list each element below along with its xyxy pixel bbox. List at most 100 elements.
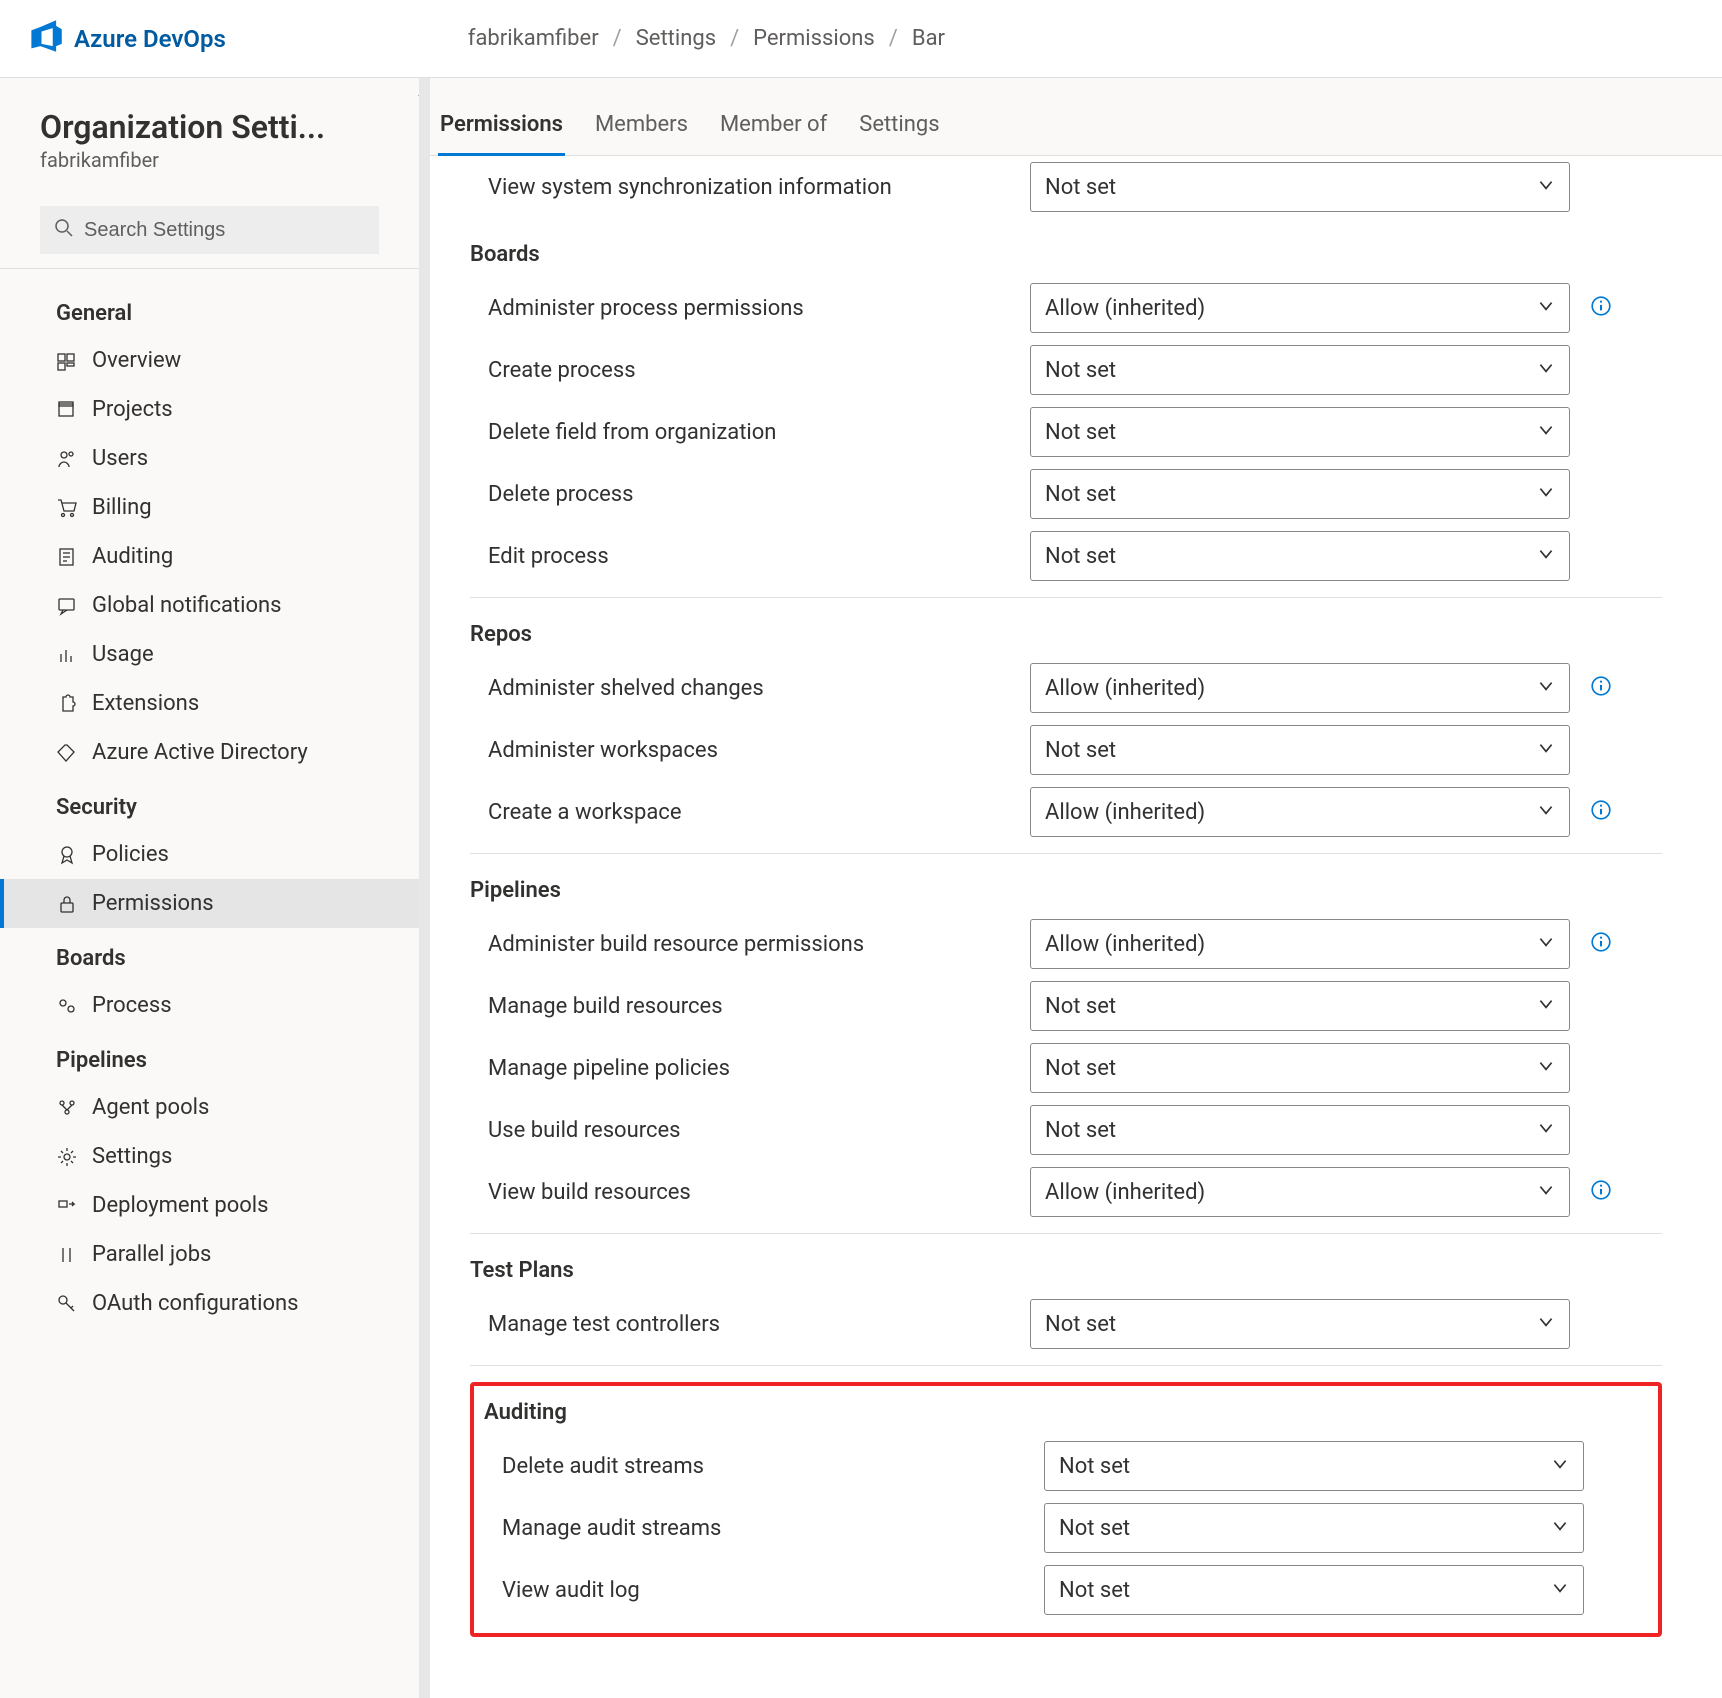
audit-icon (56, 546, 78, 568)
key-icon (56, 1293, 78, 1315)
permission-label: Administer build resource permissions (470, 932, 1010, 957)
page-subtitle: fabrikamfiber (40, 148, 379, 172)
permission-row: View system synchronization informationN… (470, 156, 1662, 218)
grid-icon (56, 350, 78, 372)
sidebar-group-title: General (0, 283, 419, 336)
chevron-down-icon (1551, 1516, 1569, 1541)
breadcrumb-item[interactable]: Settings (636, 26, 716, 51)
chevron-down-icon (1537, 800, 1555, 825)
breadcrumb-separator: / (613, 26, 622, 51)
search-settings[interactable] (40, 206, 379, 254)
breadcrumb-item[interactable]: fabrikamfiber (468, 26, 599, 51)
info-icon[interactable] (1590, 799, 1612, 825)
sidebar-item-global-notifications[interactable]: Global notifications (0, 581, 419, 630)
permission-select[interactable]: Allow (inherited) (1030, 787, 1570, 837)
permission-section: PipelinesAdminister build resource permi… (470, 854, 1662, 1234)
sidebar-item-label: Parallel jobs (92, 1242, 211, 1267)
page-title: Organization Setti... (40, 108, 360, 146)
permission-value: Not set (1045, 358, 1116, 383)
sidebar-group-title: Pipelines (0, 1030, 419, 1083)
permission-select[interactable]: Not set (1030, 1105, 1570, 1155)
sidebar-group-title: Security (0, 777, 419, 830)
permission-value: Not set (1045, 1056, 1116, 1081)
azure-devops-logo-icon (28, 18, 64, 60)
permission-row: Manage test controllersNot set (470, 1293, 1662, 1355)
permission-value: Not set (1045, 994, 1116, 1019)
sidebar-item-label: Auditing (92, 544, 173, 569)
sidebar-item-agent-pools[interactable]: Agent pools (0, 1083, 419, 1132)
sidebar-item-label: Permissions (92, 891, 214, 916)
permission-select[interactable]: Not set (1030, 531, 1570, 581)
tab-settings[interactable]: Settings (857, 102, 941, 155)
permission-value: Not set (1045, 175, 1116, 200)
permission-row: Administer workspacesNot set (470, 719, 1662, 781)
permission-value: Not set (1045, 738, 1116, 763)
permission-value: Not set (1045, 1118, 1116, 1143)
sidebar-item-projects[interactable]: Projects (0, 385, 419, 434)
breadcrumb-separator: / (889, 26, 898, 51)
tab-members[interactable]: Members (593, 102, 690, 155)
permission-select[interactable]: Not set (1030, 407, 1570, 457)
tabs: Permissions Members Member of Settings (420, 78, 1722, 156)
permission-select[interactable]: Not set (1030, 1299, 1570, 1349)
sidebar-item-users[interactable]: Users (0, 434, 419, 483)
chevron-down-icon (1537, 1312, 1555, 1337)
permission-select[interactable]: Not set (1044, 1565, 1584, 1615)
permission-select[interactable]: Not set (1030, 162, 1570, 212)
breadcrumb: fabrikamfiber/Settings/Permissions/Bar (468, 26, 945, 51)
tab-permissions[interactable]: Permissions (438, 102, 565, 155)
sidebar-item-oauth-configurations[interactable]: OAuth configurations (0, 1279, 419, 1328)
sidebar-item-deployment-pools[interactable]: Deployment pools (0, 1181, 419, 1230)
permission-select[interactable]: Not set (1044, 1503, 1584, 1553)
sidebar-item-policies[interactable]: Policies (0, 830, 419, 879)
permission-select[interactable]: Not set (1030, 345, 1570, 395)
chevron-down-icon (1537, 1056, 1555, 1081)
permission-select[interactable]: Allow (inherited) (1030, 919, 1570, 969)
sidebar-item-settings[interactable]: Settings (0, 1132, 419, 1181)
sidebar-item-parallel-jobs[interactable]: Parallel jobs (0, 1230, 419, 1279)
main-panel: Permissions Members Member of Settings View… (420, 78, 1722, 1698)
tab-member-of[interactable]: Member of (718, 102, 829, 155)
chevron-down-icon (1537, 544, 1555, 569)
sidebar-item-label: Users (92, 446, 148, 471)
sidebar-item-label: Azure Active Directory (92, 740, 308, 765)
info-icon[interactable] (1590, 295, 1612, 321)
sidebar-item-usage[interactable]: Usage (0, 630, 419, 679)
sidebar-item-billing[interactable]: Billing (0, 483, 419, 532)
permission-value: Not set (1059, 1578, 1130, 1603)
chevron-down-icon (1537, 932, 1555, 957)
chevron-down-icon (1537, 420, 1555, 445)
permission-select[interactable]: Not set (1030, 469, 1570, 519)
permission-section: BoardsAdminister process permissionsAllo… (470, 218, 1662, 598)
sidebar-item-process[interactable]: Process (0, 981, 419, 1030)
sidebar-item-azure-active-directory[interactable]: Azure Active Directory (0, 728, 419, 777)
info-icon[interactable] (1590, 931, 1612, 957)
permission-select[interactable]: Not set (1044, 1441, 1584, 1491)
permission-select[interactable]: Allow (inherited) (1030, 663, 1570, 713)
sidebar-item-overview[interactable]: Overview (0, 336, 419, 385)
section-heading: Auditing (484, 1392, 1648, 1435)
bars-icon (56, 644, 78, 666)
breadcrumb-item[interactable]: Bar (912, 26, 945, 51)
scrollbar-up-icon[interactable] (418, 88, 430, 96)
permission-select[interactable]: Not set (1030, 1043, 1570, 1093)
permission-select[interactable]: Allow (inherited) (1030, 283, 1570, 333)
badge-icon (56, 844, 78, 866)
sidebar-item-extensions[interactable]: Extensions (0, 679, 419, 728)
search-input[interactable] (84, 219, 365, 242)
permission-select[interactable]: Not set (1030, 981, 1570, 1031)
chevron-down-icon (1537, 358, 1555, 383)
breadcrumb-item[interactable]: Permissions (753, 26, 875, 51)
permission-row: Edit processNot set (470, 525, 1662, 587)
permission-value: Allow (inherited) (1045, 800, 1205, 825)
permission-label: Delete process (470, 482, 1010, 507)
permission-select[interactable]: Not set (1030, 725, 1570, 775)
permission-select[interactable]: Allow (inherited) (1030, 1167, 1570, 1217)
sidebar: Organization Setti... fabrikamfiber Gene… (0, 78, 420, 1698)
brand[interactable]: Azure DevOps (28, 18, 226, 60)
info-icon[interactable] (1590, 675, 1612, 701)
sidebar-item-permissions[interactable]: Permissions (0, 879, 419, 928)
info-icon[interactable] (1590, 1179, 1612, 1205)
permission-row: Manage audit streamsNot set (484, 1497, 1648, 1559)
sidebar-item-auditing[interactable]: Auditing (0, 532, 419, 581)
